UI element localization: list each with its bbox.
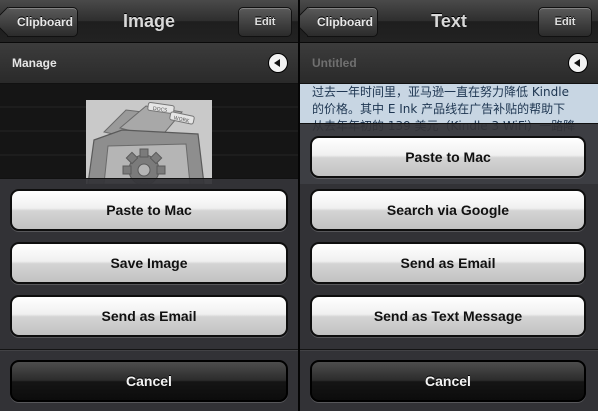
clipboard-back-button[interactable]: Clipboard [7,7,78,37]
clipboard-back-button[interactable]: Clipboard [307,7,378,37]
edit-button[interactable]: Edit [538,7,592,37]
back-button-label: Clipboard [317,15,373,29]
clipboard-image-thumbnail: DOCS WORK [86,100,212,192]
action-sheet: Paste to Mac Save Image Send as Email Ca… [0,178,298,411]
collapse-arrow-icon[interactable] [568,53,588,73]
document-title: Untitled [312,56,357,70]
send-as-email-button[interactable]: Send as Email [10,295,288,337]
image-panel: Clipboard Image Edit Manage DOCS WORK Pa… [0,0,298,411]
text-line: 的价格。其中 E Ink 产品线在广告补贴的帮助下 [312,102,566,116]
sheet-divider [0,349,298,350]
page-title: Image [122,11,176,31]
cancel-button[interactable]: Cancel [10,360,288,402]
manage-bar: Manage [0,43,298,84]
paste-to-mac-button[interactable]: Paste to Mac [10,189,288,231]
navigation-bar: Clipboard Image Edit [0,0,298,43]
edit-button[interactable]: Edit [238,7,292,37]
search-via-google-button[interactable]: Search via Google [310,189,586,231]
cancel-button[interactable]: Cancel [310,360,586,402]
save-image-button[interactable]: Save Image [10,242,288,284]
text-panel: Clipboard Text Edit Untitled 过去一年时间里，亚马逊… [300,0,598,411]
back-button-label: Clipboard [17,15,73,29]
send-as-text-message-button[interactable]: Send as Text Message [310,295,586,337]
paste-to-mac-button[interactable]: Paste to Mac [310,136,586,178]
manage-label: Manage [12,56,57,70]
folders-gear-icon: DOCS WORK [86,100,212,192]
send-as-email-button[interactable]: Send as Email [310,242,586,284]
document-title-bar: Untitled [300,43,598,84]
image-content-area: DOCS WORK [0,84,298,192]
text-line: 过去一年时间里，亚马逊一直在努力降低 Kindle [312,85,569,99]
navigation-bar: Clipboard Text Edit [300,0,598,43]
page-title: Text [431,11,467,31]
sheet-divider [300,349,598,350]
action-sheet: Paste to Mac Search via Google Send as E… [300,123,598,411]
collapse-arrow-icon[interactable] [268,53,288,73]
